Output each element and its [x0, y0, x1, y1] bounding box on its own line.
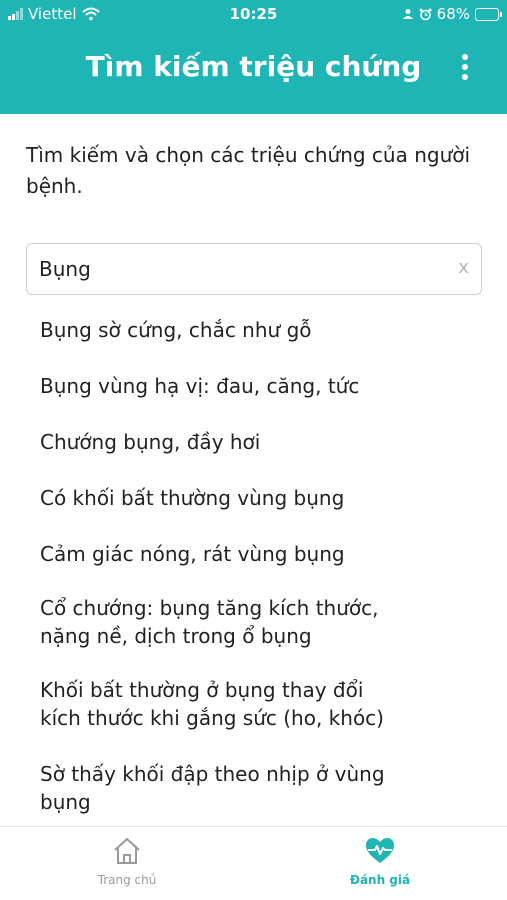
nav-evaluate[interactable]: Đánh giá [320, 837, 440, 887]
instruction-text: Tìm kiếm và chọn các triệu chứng của ngư… [26, 143, 471, 198]
symptom-result-item[interactable]: Cảm giác nóng, rát vùng bụng [40, 540, 480, 568]
status-bar: Viettel 10:25 68% [0, 0, 507, 30]
battery-icon [475, 7, 502, 21]
alarm-icon [419, 8, 432, 20]
battery-percent: 68% [436, 5, 470, 23]
symptom-result-item[interactable]: Chướng bụng, đầy hơi [40, 428, 480, 456]
symptom-result-item[interactable]: Bụng vùng hạ vị: đau, căng, tức [40, 372, 480, 400]
status-right: 68% [402, 5, 502, 23]
more-options-icon[interactable] [453, 54, 477, 88]
home-icon [114, 838, 140, 864]
symptom-result-item[interactable]: Khối bất thường ở bụng thay đổi kích thư… [40, 676, 400, 732]
page-title: Tìm kiếm triệu chứng [85, 50, 422, 83]
search-field[interactable]: x [26, 243, 482, 295]
nav-home[interactable]: Trang chủ [67, 837, 187, 887]
symptom-result-item[interactable]: Có khối bất thường vùng bụng [40, 484, 480, 512]
heartbeat-icon [366, 838, 394, 863]
symptom-result-item[interactable]: Sờ thấy khối đập theo nhịp ở vùng bụng [40, 760, 390, 816]
app-header: Viettel 10:25 68% Tìm kiếm triệu chứng [0, 0, 507, 114]
person-icon [402, 9, 413, 19]
bottom-navigation: Trang chủ Đánh giá [0, 826, 507, 900]
symptom-result-item[interactable]: Cổ chướng: bụng tăng kích thước, nặng nề… [40, 594, 400, 650]
symptom-result-item[interactable]: Bụng sờ cứng, chắc như gỗ [40, 316, 480, 344]
clear-search-button[interactable]: x [458, 257, 469, 278]
nav-evaluate-label: Đánh giá [349, 873, 411, 887]
nav-home-label: Trang chủ [97, 873, 157, 887]
search-input[interactable] [39, 244, 439, 294]
